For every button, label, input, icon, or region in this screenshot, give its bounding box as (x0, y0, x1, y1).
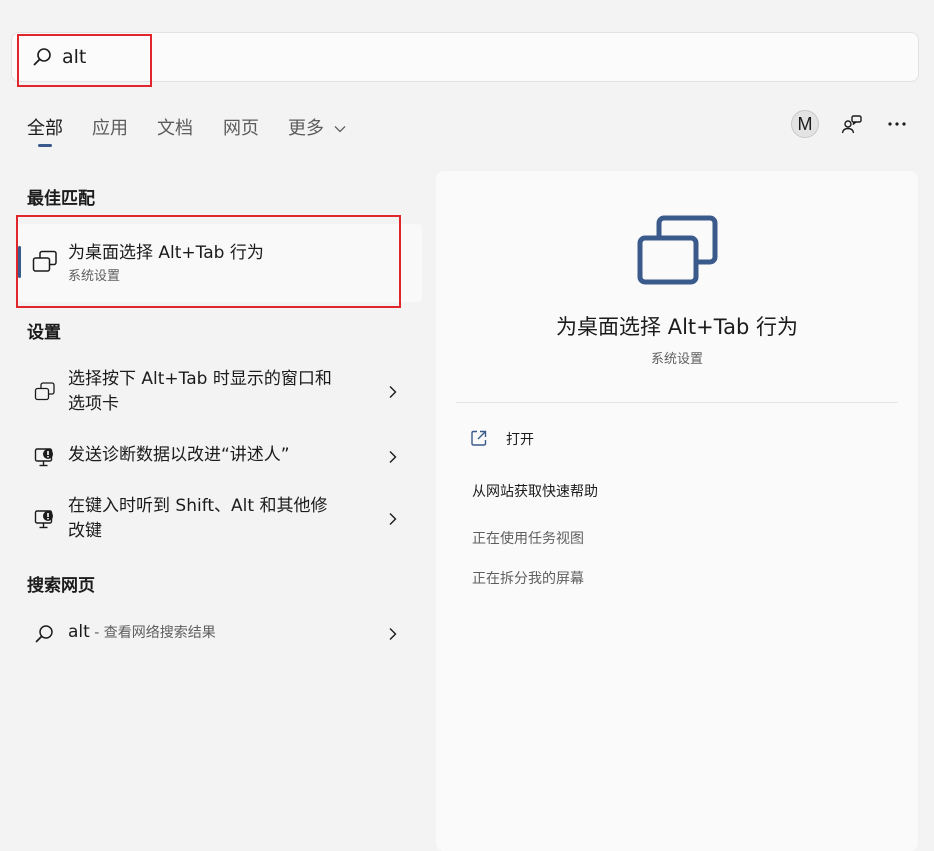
settings-result-alt-tab-windows[interactable]: 选择按下 Alt+Tab 时显示的窗口和 选项卡 (18, 363, 422, 425)
detail-subtitle: 系统设置 (650, 352, 703, 367)
help-link-task-view[interactable]: 正在使用任务视图 (472, 528, 584, 548)
section-heading-settings: 设置 (27, 323, 61, 343)
open-action[interactable]: 打开 (470, 427, 670, 451)
chevron-right-icon (389, 513, 397, 525)
active-tab-indicator (38, 144, 52, 147)
tab-more-label: 更多 (288, 118, 324, 139)
section-heading-web: 搜索网页 (27, 576, 95, 596)
tab-web-label: 网页 (223, 118, 259, 139)
avatar-letter: M (797, 113, 813, 134)
chevron-down-icon (334, 126, 346, 133)
detail-panel: 为桌面选择 Alt+Tab 行为 系统设置 打开 从网站获取快速帮助 正在使用任… (436, 171, 918, 851)
narrator-icon (34, 510, 53, 529)
web-result-hint: - 查看网络搜索结果 (89, 625, 216, 641)
tab-documents[interactable]: 文档 (157, 114, 193, 140)
multitasking-icon (34, 382, 55, 401)
web-search-result[interactable]: alt - 查看网络搜索结果 (18, 617, 422, 651)
tab-all-label: 全部 (27, 118, 63, 139)
tab-apps-label: 应用 (92, 118, 128, 139)
chevron-right-icon (389, 628, 397, 640)
detail-title: 为桌面选择 Alt+Tab 行为 (556, 315, 798, 339)
tab-web[interactable]: 网页 (223, 114, 259, 140)
tab-documents-label: 文档 (157, 118, 193, 139)
help-link-split-screen[interactable]: 正在拆分我的屏幕 (472, 568, 584, 588)
web-help-heading: 从网站获取快速帮助 (472, 484, 598, 500)
search-icon (35, 625, 53, 643)
tab-apps[interactable]: 应用 (92, 114, 128, 140)
settings-result-line1: 发送诊断数据以改进“讲述人” (68, 445, 290, 465)
open-external-icon (471, 430, 487, 446)
multitasking-icon (637, 215, 718, 285)
avatar[interactable]: M (791, 110, 819, 138)
open-label: 打开 (506, 432, 534, 448)
share-feedback-icon[interactable] (841, 113, 863, 135)
tab-more[interactable]: 更多 (288, 114, 346, 140)
chevron-right-icon (389, 386, 397, 398)
settings-result-line2: 改键 (68, 521, 102, 541)
highlight-box-best-match (16, 215, 401, 308)
settings-result-line1: 在键入时听到 Shift、Alt 和其他修 (68, 496, 328, 516)
narrator-icon (34, 448, 53, 467)
settings-result-modifier-keys[interactable]: 在键入时听到 Shift、Alt 和其他修 改键 (18, 490, 422, 550)
divider (456, 402, 898, 403)
section-heading-best-match: 最佳匹配 (27, 189, 95, 209)
settings-result-line1: 选择按下 Alt+Tab 时显示的窗口和 (68, 369, 332, 389)
highlight-box-search (17, 34, 152, 87)
settings-result-line2: 选项卡 (68, 394, 119, 414)
web-query: alt (68, 622, 90, 642)
chevron-right-icon (389, 451, 397, 463)
more-options-icon[interactable] (887, 120, 907, 128)
settings-result-narrator-diagnostics[interactable]: 发送诊断数据以改进“讲述人” (18, 440, 422, 474)
tab-all[interactable]: 全部 (27, 114, 63, 147)
